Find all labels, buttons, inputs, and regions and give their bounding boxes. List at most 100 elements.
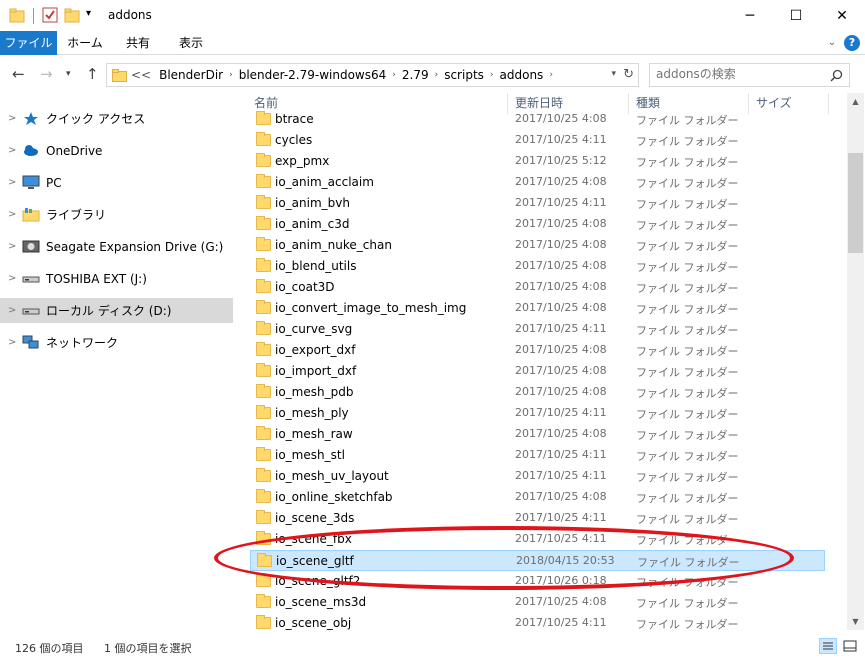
chevron-right-icon[interactable]: > [8,273,16,284]
address-history-icon[interactable]: ▾ [611,69,616,79]
file-row[interactable]: io_anim_c3d 2017/10/25 4:08 ファイル フォルダー [250,214,825,235]
file-row[interactable]: io_online_sketchfab 2017/10/25 4:08 ファイル フ… [250,487,825,508]
refresh-icon[interactable]: ↻ [623,67,634,82]
large-icons-view-icon[interactable] [841,638,859,654]
file-date: 2017/10/25 4:11 [515,616,607,629]
file-name: btrace [275,112,314,126]
file-row[interactable]: io_scene_fbx 2017/10/25 4:11 ファイル フォルダー [250,529,825,550]
file-row[interactable]: io_scene_ms3d 2017/10/25 4:08 ファイル フォルダー [250,592,825,613]
expand-ribbon-icon[interactable]: ⌄ [825,36,839,50]
file-row[interactable]: io_mesh_raw 2017/10/25 4:08 ファイル フォルダー [250,424,825,445]
properties-icon[interactable] [42,7,58,23]
vertical-scrollbar[interactable]: ▲ ▼ [847,93,864,630]
file-row[interactable]: cycles 2017/10/25 4:11 ファイル フォルダー [250,130,825,151]
file-type: ファイル フォルダー [636,219,739,232]
minimize-button[interactable]: ─ [727,0,773,31]
file-row[interactable]: io_scene_gltf2 2017/10/26 0:18 ファイル フォルダー [250,571,825,592]
file-row[interactable]: io_convert_image_to_mesh_img 2017/10/25 4… [250,298,825,319]
file-row[interactable]: io_mesh_ply 2017/10/25 4:11 ファイル フォルダー [250,403,825,424]
breadcrumb-279[interactable]: 2.79 [402,68,429,82]
nav-item-seagate[interactable]: > Seagate Expansion Drive (G:) [0,234,233,259]
file-row[interactable]: io_blend_utils 2017/10/25 4:08 ファイル フォルダー [250,256,825,277]
file-date: 2017/10/25 4:11 [515,133,607,146]
file-row[interactable]: io_scene_3ds 2017/10/25 4:11 ファイル フォルダー [250,508,825,529]
toolbar-separator [33,8,34,24]
tab-file[interactable]: ファイル [0,31,57,55]
search-box[interactable] [649,63,850,87]
column-divider[interactable] [828,93,829,114]
file-row[interactable]: io_mesh_pdb 2017/10/25 4:08 ファイル フォルダー [250,382,825,403]
file-row[interactable]: io_curve_svg 2017/10/25 4:11 ファイル フォルダー [250,319,825,340]
breadcrumb-scripts[interactable]: scripts [444,68,484,82]
chevron-right-icon[interactable]: > [8,337,16,348]
folder-icon [256,300,271,314]
new-folder-icon[interactable] [64,7,80,23]
close-button[interactable]: ✕ [819,0,865,31]
file-date: 2017/10/25 4:08 [515,175,607,188]
nav-item-library[interactable]: > ライブラリ [0,202,233,227]
search-icon[interactable] [830,69,843,82]
file-row[interactable]: io_scene_obj 2017/10/25 4:11 ファイル フォルダー [250,613,825,630]
file-row[interactable]: io_export_dxf 2017/10/25 4:08 ファイル フォルダー [250,340,825,361]
chevron-right-icon[interactable]: › [229,70,233,80]
nav-item-pc[interactable]: > PC [0,170,233,195]
file-row[interactable]: io_anim_bvh 2017/10/25 4:11 ファイル フォルダー [250,193,825,214]
folder-icon [112,69,127,82]
tab-share[interactable]: 共有 [113,31,163,55]
file-name: exp_pmx [275,154,330,168]
file-date: 2017/10/25 4:11 [515,532,607,545]
chevron-right-icon[interactable]: › [490,70,494,80]
file-type: ファイル フォルダー [636,408,739,421]
file-row[interactable]: exp_pmx 2017/10/25 5:12 ファイル フォルダー [250,151,825,172]
folder-icon [256,342,271,356]
nav-item-quick-access[interactable]: > クイック アクセス [0,106,233,131]
help-icon[interactable]: ? [844,35,860,51]
chevron-right-icon[interactable]: > [8,113,16,124]
address-bar[interactable]: << BlenderDir › blender-2.79-windows64 ›… [106,63,639,87]
scroll-up-icon[interactable]: ▲ [847,93,864,110]
file-name: io_anim_nuke_chan [275,238,392,252]
file-row[interactable]: io_anim_acclaim 2017/10/25 4:08 ファイル フォルダー [250,172,825,193]
details-view-icon[interactable] [819,638,837,654]
recent-locations-icon[interactable]: ▾ [66,69,71,79]
folder-icon [256,468,271,482]
tab-home[interactable]: ホーム [60,31,110,55]
chevron-right-icon[interactable]: › [435,70,439,80]
chevron-right-icon[interactable]: > [8,177,16,188]
tab-view[interactable]: 表示 [166,31,216,55]
chevron-right-icon[interactable]: › [549,70,553,80]
nav-item-toshiba[interactable]: > TOSHIBA EXT (J:) [0,266,233,291]
file-row[interactable]: io_scene_gltf 2018/04/15 20:53 ファイル フォルダー [250,550,825,571]
up-arrow-icon[interactable]: ↑ [86,65,99,83]
breadcrumb-overflow[interactable]: << [131,68,151,82]
chevron-right-icon[interactable]: > [8,209,16,220]
file-row[interactable]: io_import_dxf 2017/10/25 4:08 ファイル フォルダー [250,361,825,382]
drive-icon [22,240,40,253]
back-arrow-icon[interactable]: ← [12,65,25,83]
folder-icon [256,258,271,272]
chevron-right-icon[interactable]: > [8,305,16,316]
chevron-right-icon[interactable]: > [8,145,16,156]
file-type: ファイル フォルダー [636,618,739,630]
maximize-button[interactable]: ☐ [773,0,819,31]
breadcrumb-addons[interactable]: addons [500,68,544,82]
nav-item-network[interactable]: > ネットワーク [0,330,233,355]
file-row[interactable]: io_mesh_stl 2017/10/25 4:11 ファイル フォルダー [250,445,825,466]
file-row[interactable]: io_mesh_uv_layout 2017/10/25 4:11 ファイル フォル… [250,466,825,487]
scrollbar-thumb[interactable] [848,153,863,253]
file-row[interactable]: btrace 2017/10/25 4:08 ファイル フォルダー [250,109,825,130]
chevron-right-icon[interactable]: › [392,70,396,80]
nav-item-local-disk[interactable]: > ローカル ディスク (D:) [0,298,233,323]
file-row[interactable]: io_coat3D 2017/10/25 4:08 ファイル フォルダー [250,277,825,298]
forward-arrow-icon[interactable]: → [40,65,53,83]
folder-icon[interactable] [9,7,25,23]
breadcrumb-blenderdir[interactable]: BlenderDir [159,68,223,82]
scroll-down-icon[interactable]: ▼ [847,613,864,630]
search-input[interactable] [656,67,826,81]
file-name: io_anim_c3d [275,217,350,231]
nav-item-onedrive[interactable]: > OneDrive [0,138,233,163]
customize-toolbar-icon[interactable]: ▾ [86,8,91,19]
file-row[interactable]: io_anim_nuke_chan 2017/10/25 4:08 ファイル フォル… [250,235,825,256]
breadcrumb-blender-279[interactable]: blender-2.79-windows64 [239,68,387,82]
chevron-right-icon[interactable]: > [8,241,16,252]
